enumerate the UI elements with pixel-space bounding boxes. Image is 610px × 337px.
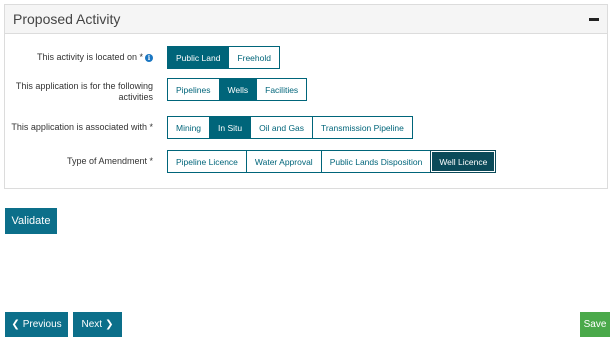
option-wells[interactable]: Wells bbox=[218, 78, 258, 101]
info-icon[interactable]: i bbox=[145, 54, 153, 62]
save-button[interactable]: Save bbox=[580, 312, 610, 337]
associated-label: This application is associated with * bbox=[11, 122, 153, 132]
chevron-left-icon: ❮ bbox=[11, 319, 20, 330]
option-freehold[interactable]: Freehold bbox=[228, 46, 280, 69]
activities-label: This application is for the following ac… bbox=[15, 81, 153, 102]
option-public-land[interactable]: Public Land bbox=[167, 46, 230, 69]
option-public-lands-disposition[interactable]: Public Lands Disposition bbox=[320, 150, 432, 173]
option-mining[interactable]: Mining bbox=[167, 116, 211, 139]
amendment-button-group: Pipeline Licence Water Approval Public L… bbox=[167, 150, 497, 173]
proposed-activity-panel: Proposed Activity This activity is locat… bbox=[4, 4, 608, 189]
amendment-label: Type of Amendment * bbox=[66, 156, 153, 166]
option-well-licence[interactable]: Well Licence bbox=[430, 150, 497, 173]
location-label: This activity is located on * i bbox=[5, 52, 153, 63]
option-pipelines[interactable]: Pipelines bbox=[167, 78, 220, 101]
validate-button[interactable]: Validate bbox=[5, 208, 57, 234]
option-in-situ[interactable]: In Situ bbox=[209, 116, 252, 139]
option-transmission-pipeline[interactable]: Transmission Pipeline bbox=[312, 116, 413, 139]
option-water-approval[interactable]: Water Approval bbox=[245, 150, 322, 173]
chevron-right-icon: ❯ bbox=[105, 319, 114, 330]
panel-header: Proposed Activity bbox=[5, 5, 607, 34]
minus-icon[interactable] bbox=[589, 17, 599, 21]
associated-button-group: Mining In Situ Oil and Gas Transmission … bbox=[167, 116, 413, 139]
option-pipeline-licence[interactable]: Pipeline Licence bbox=[167, 150, 247, 173]
activities-button-group: Pipelines Wells Facilities bbox=[167, 78, 308, 101]
next-button[interactable]: Next ❯ bbox=[73, 312, 122, 337]
previous-button[interactable]: ❮ Previous bbox=[5, 312, 68, 337]
option-oil-and-gas[interactable]: Oil and Gas bbox=[250, 116, 314, 139]
option-facilities[interactable]: Facilities bbox=[256, 78, 308, 101]
previous-label: Previous bbox=[22, 319, 62, 330]
location-button-group: Public Land Freehold bbox=[167, 46, 280, 69]
panel-title: Proposed Activity bbox=[13, 11, 121, 27]
next-label: Next bbox=[81, 319, 103, 330]
